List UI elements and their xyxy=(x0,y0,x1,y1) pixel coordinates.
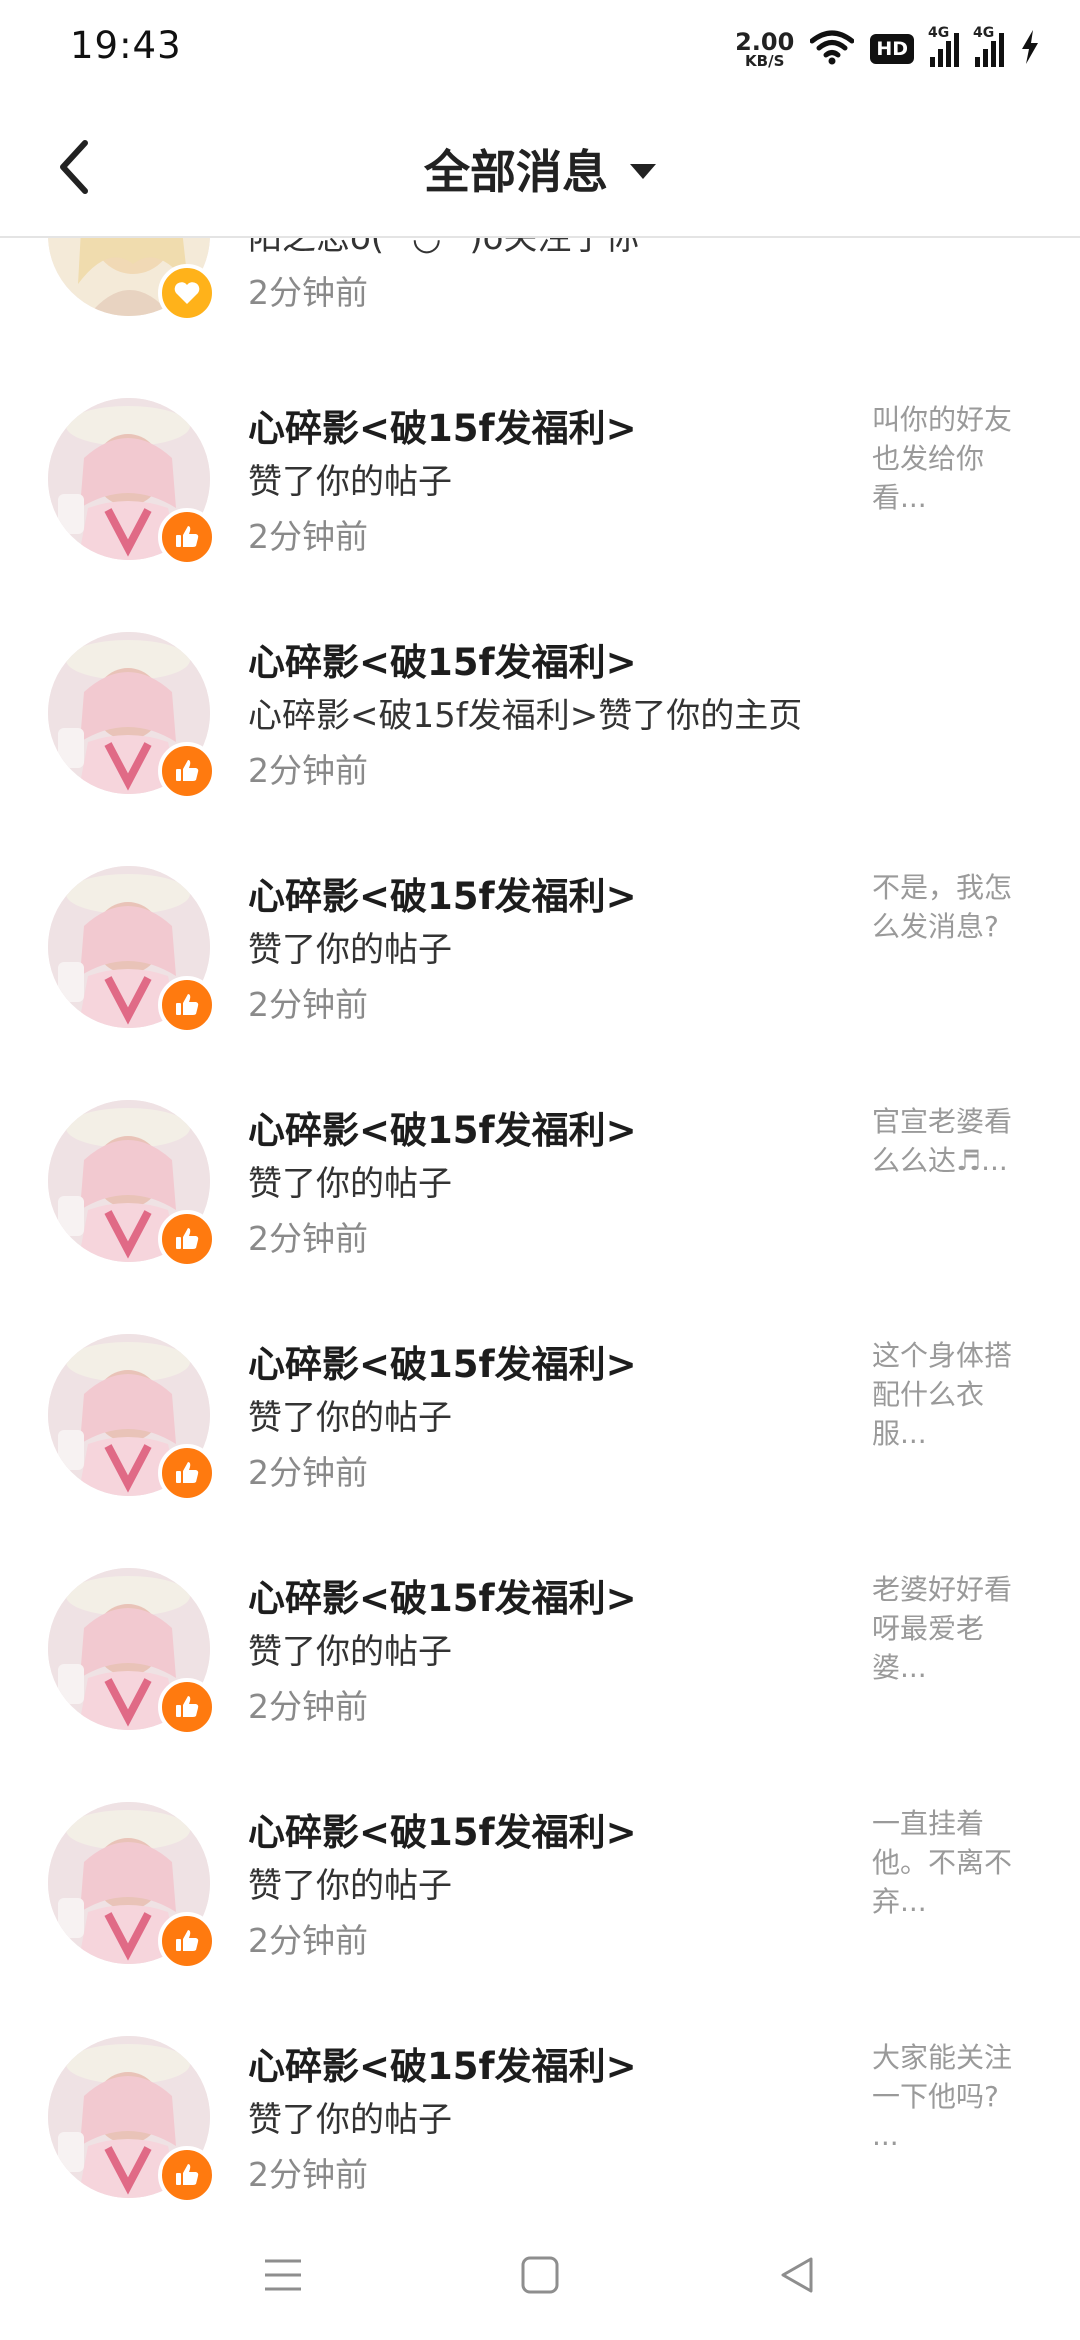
list-item[interactable]: 阳之恋o( ˘◡˘ )o关注了你 2分钟前 xyxy=(0,238,1080,388)
heart-icon xyxy=(158,264,216,322)
page-title: 全部消息 xyxy=(424,145,608,199)
message-time: 2分钟前 xyxy=(248,1219,368,1258)
post-preview[interactable]: 官宣老婆看么么达♬... xyxy=(872,1102,1032,1180)
message-action: 赞了你的帖子 xyxy=(248,1866,452,1906)
thumbs-up-icon xyxy=(158,1912,216,1970)
thumbs-up-icon xyxy=(158,1210,216,1268)
post-preview[interactable]: 一直挂着他。不离不弃... xyxy=(872,1804,1032,1921)
thumbs-up-icon xyxy=(158,2146,216,2204)
post-preview[interactable]: 叫你的好友也发给你看... xyxy=(872,400,1032,517)
home-button[interactable] xyxy=(505,2240,575,2310)
net-speed-value: 2.00 xyxy=(735,27,795,56)
back-nav-button[interactable] xyxy=(762,2240,832,2310)
list-item[interactable]: 心碎影<破15f发福利> 赞了你的帖子 2分钟前 一直挂着他。不离不弃... xyxy=(0,1802,1080,2036)
hd-icon: HD xyxy=(870,34,914,64)
menu-icon xyxy=(265,2259,301,2291)
sender-name[interactable]: 心碎影<破15f发福利> xyxy=(248,398,637,452)
message-time: 2分钟前 xyxy=(248,273,368,312)
net-speed-indicator: 2.00 KB/S xyxy=(735,30,794,69)
post-preview[interactable]: 大家能关注一下他吗? ... xyxy=(872,2038,1032,2155)
back-triangle-icon xyxy=(781,2257,813,2293)
message-list[interactable]: 阳之恋o( ˘◡˘ )o关注了你 2分钟前 心碎影<破15f发福利> 赞了你的帖… xyxy=(0,238,1080,2210)
status-icons: 2.00 KB/S HD 4G 4G xyxy=(735,24,1040,74)
thumbs-up-icon xyxy=(158,742,216,800)
caret-down-icon xyxy=(630,163,656,179)
thumbs-up-icon xyxy=(158,1678,216,1736)
message-time: 2分钟前 xyxy=(248,2155,368,2194)
message-action: 赞了你的帖子 xyxy=(248,1632,452,1672)
message-action: 心碎影<破15f发福利>赞了你的主页 xyxy=(248,696,803,736)
list-item[interactable]: 心碎影<破15f发福利> 赞了你的帖子 2分钟前 官宣老婆看么么达♬... xyxy=(0,1100,1080,1334)
signal-label: 4G xyxy=(973,25,995,41)
sender-name[interactable]: 心碎影<破15f发福利> xyxy=(248,1100,637,1154)
message-time: 2分钟前 xyxy=(248,517,368,556)
post-preview[interactable]: 老婆好好看呀最爱老婆... xyxy=(872,1570,1032,1687)
system-nav-bar xyxy=(0,2210,1080,2340)
message-time: 2分钟前 xyxy=(248,751,368,790)
thumbs-up-icon xyxy=(158,1444,216,1502)
list-item[interactable]: 心碎影<破15f发福利> 心碎影<破15f发福利>赞了你的主页 2分钟前 xyxy=(0,632,1080,866)
signal-icon: 4G xyxy=(973,25,1004,67)
thumbs-up-icon xyxy=(158,976,216,1034)
message-action: 赞了你的帖子 xyxy=(248,1398,452,1438)
status-time: 19:43 xyxy=(70,24,182,67)
menu-button[interactable] xyxy=(248,2240,318,2310)
list-item[interactable]: 心碎影<破15f发福利> 赞了你的帖子 2分钟前 老婆好好看呀最爱老婆... xyxy=(0,1568,1080,1802)
post-preview[interactable]: 不是，我怎么发消息? xyxy=(872,868,1032,946)
net-speed-unit: KB/S xyxy=(745,51,785,70)
charging-icon xyxy=(1020,29,1040,69)
message-time: 2分钟前 xyxy=(248,985,368,1024)
sender-name[interactable]: 心碎影<破15f发福利> xyxy=(248,632,637,686)
sender-name[interactable]: 心碎影<破15f发福利> xyxy=(248,1802,637,1856)
signal-label: 4G xyxy=(928,25,950,41)
list-item[interactable]: 心碎影<破15f发福利> 赞了你的帖子 2分钟前 这个身体搭配什么衣服... xyxy=(0,1334,1080,1568)
message-action: 赞了你的帖子 xyxy=(248,2100,452,2140)
message-action: 赞了你的帖子 xyxy=(248,462,452,502)
sender-name[interactable]: 心碎影<破15f发福利> xyxy=(248,866,637,920)
thumbs-up-icon xyxy=(158,508,216,566)
signal-icon: 4G xyxy=(928,25,959,67)
list-item[interactable]: 心碎影<破15f发福利> 赞了你的帖子 2分钟前 叫你的好友也发给你看... xyxy=(0,398,1080,632)
wifi-icon xyxy=(809,29,855,69)
page-header: 全部消息 xyxy=(0,96,1080,238)
home-square-icon xyxy=(521,2256,559,2294)
status-bar: 19:43 2.00 KB/S HD 4G 4G xyxy=(0,0,1080,96)
title-dropdown[interactable]: 全部消息 xyxy=(0,136,1080,202)
message-time: 2分钟前 xyxy=(248,1453,368,1492)
message-action: 赞了你的帖子 xyxy=(248,930,452,970)
message-action: 阳之恋o( ˘◡˘ )o关注了你 xyxy=(248,238,640,258)
sender-name[interactable]: 心碎影<破15f发福利> xyxy=(248,1334,637,1388)
list-item[interactable]: 心碎影<破15f发福利> 赞了你的帖子 2分钟前 不是，我怎么发消息? xyxy=(0,866,1080,1100)
post-preview[interactable]: 这个身体搭配什么衣服... xyxy=(872,1336,1032,1453)
list-item[interactable]: 心碎影<破15f发福利> 赞了你的帖子 2分钟前 大家能关注一下他吗? ... xyxy=(0,2036,1080,2210)
sender-name[interactable]: 心碎影<破15f发福利> xyxy=(248,2036,637,2090)
message-time: 2分钟前 xyxy=(248,1921,368,1960)
message-time: 2分钟前 xyxy=(248,1687,368,1726)
sender-name[interactable]: 心碎影<破15f发福利> xyxy=(248,1568,637,1622)
message-action: 赞了你的帖子 xyxy=(248,1164,452,1204)
